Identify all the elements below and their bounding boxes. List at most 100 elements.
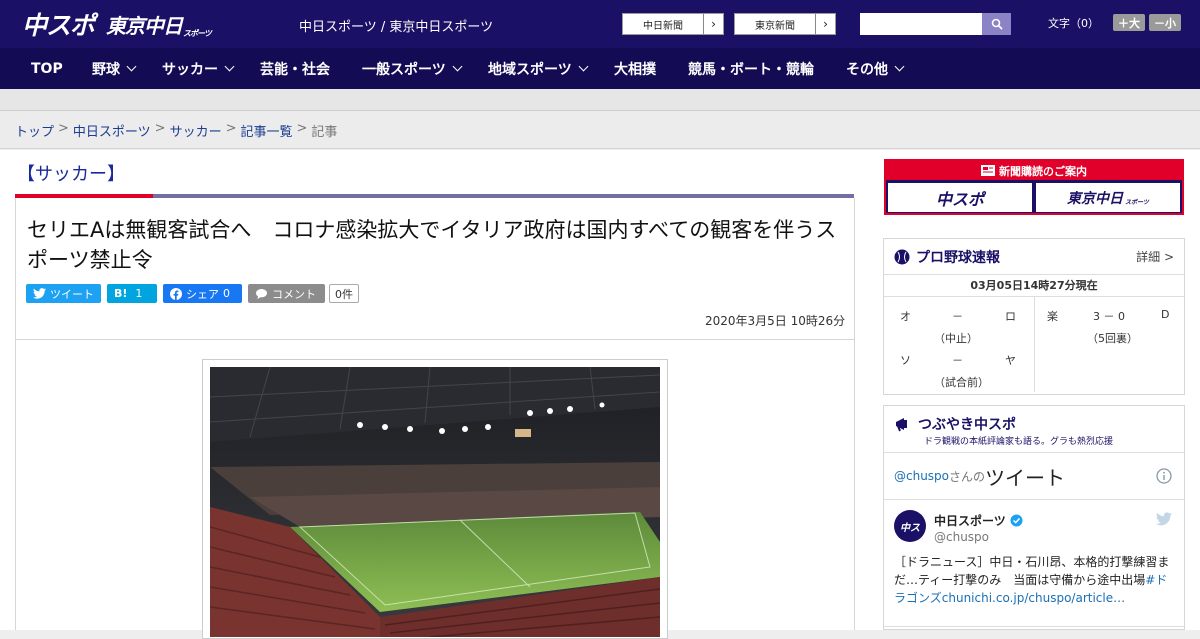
chevron-down-icon (894, 61, 905, 72)
nav-item-top[interactable]: TOP (31, 48, 63, 89)
team-away: D (1161, 308, 1170, 321)
nav-item-racing[interactable]: 競馬・ボート・競輪 (688, 48, 814, 89)
baseball-scores-title: プロ野球速報 (916, 249, 1000, 266)
breadcrumb-soccer[interactable]: サッカー (170, 121, 222, 140)
breadcrumb-sep: > (58, 121, 69, 136)
subscription-banner[interactable]: 新聞購読のご案内 中スポ 東京中日 スポーツ (884, 159, 1184, 215)
article-date: 2020年3月5日 10時26分 (705, 314, 846, 328)
breadcrumb-current: 記事 (311, 125, 338, 140)
team-home: オ (900, 310, 911, 323)
facebook-share-button[interactable]: シェア 0 (163, 284, 242, 303)
logo-chuspo[interactable]: 中スポ (22, 6, 95, 42)
comment-button[interactable]: コメント (248, 284, 325, 303)
breadcrumb-sep: > (154, 121, 166, 136)
tokyo-shimbun-link[interactable]: 東京新聞 › (734, 13, 836, 35)
chevron-down-icon (224, 61, 235, 72)
search-box (860, 13, 1011, 35)
hatena-count: 1 (135, 287, 143, 300)
hatena-icon: B! (114, 287, 128, 300)
nav-item-other[interactable]: その他 (846, 48, 905, 89)
nav-item-baseball[interactable]: 野球 (92, 48, 137, 89)
info-icon[interactable] (1156, 468, 1172, 484)
main-nav: TOP 野球 サッカー 芸能・社会 一般スポーツ 地域スポーツ 大相撲 競馬・ボ… (0, 48, 1200, 89)
nav-item-soccer[interactable]: サッカー (162, 48, 235, 89)
search-icon (991, 18, 1003, 30)
chevron-down-icon (126, 61, 137, 72)
tweet-body: ［ドラニュース］中日・石川昂、本格的打撃練習ま だ…ティー打撃のみ 当面は守備か… (894, 555, 1170, 587)
breadcrumb-sep: > (225, 121, 237, 136)
chunichi-shimbun-link[interactable]: 中日新聞 › (622, 13, 724, 35)
chevron-down-icon (578, 61, 589, 72)
games-left: オ － ロ （中止） ソ － ヤ （試合前） (884, 297, 1034, 392)
logo-tokyo-chunichi[interactable]: 東京中日 スポーツ (106, 10, 212, 39)
breadcrumb-top[interactable]: トップ (15, 121, 54, 140)
font-smaller-button[interactable]: －小 (1149, 14, 1181, 31)
baseball-icon (894, 249, 910, 264)
stadium-image (210, 367, 660, 637)
subscribe-tokyo-chunichi-button[interactable]: 東京中日 スポーツ (1036, 183, 1180, 212)
article-divider (15, 339, 855, 340)
team-home: ソ (900, 354, 911, 367)
team-away: ヤ (1005, 354, 1016, 367)
chunichi-shimbun-label: 中日新聞 (643, 20, 683, 32)
nav-item-sumo[interactable]: 大相撲 (614, 48, 656, 89)
tsubuyaki-header: つぶやき中スポ (894, 414, 1016, 434)
timeline-suffix: さんの (949, 469, 986, 484)
article-category[interactable]: 【サッカー】 (17, 160, 125, 186)
article-photo[interactable] (210, 367, 660, 637)
facebook-icon (170, 287, 182, 300)
account-handle[interactable]: @chuspo (934, 530, 989, 544)
tweet-text: ［ドラニュース］中日・石川昂、本格的打撃練習ま だ…ティー打撃のみ 当面は守備か… (894, 553, 1176, 607)
verified-badge-icon (1010, 514, 1023, 527)
breadcrumb-sep: > (296, 121, 308, 136)
tweet-label: ツイート (50, 287, 94, 301)
breadcrumb-chunichi-sports[interactable]: 中日スポーツ (73, 121, 151, 140)
speech-bubble-icon (256, 288, 267, 299)
game-score: 3 － 0 (1093, 310, 1125, 323)
account-avatar[interactable]: 中ス (894, 510, 926, 542)
site-logo[interactable]: 中スポ 東京中日 スポーツ (22, 6, 212, 42)
chevron-right-icon: › (703, 14, 723, 34)
timeline-handle[interactable]: @chuspo (894, 469, 949, 483)
twitter-icon (33, 288, 46, 299)
font-size-label: 文字（0） (1048, 16, 1099, 30)
breadcrumb-article-list[interactable]: 記事一覧 (241, 121, 293, 140)
article-headline: セリエAは無観客試合へ コロナ感染拡大でイタリア政府は国内すべての観客を伴うスポ… (27, 218, 837, 272)
comment-label: コメント (272, 287, 316, 301)
game-status: （試合前） (934, 376, 989, 389)
tweet-button[interactable]: ツイート (26, 284, 101, 303)
breadcrumb: トップ > 中日スポーツ > サッカー > 記事一覧 > 記事 (15, 121, 337, 140)
tsubuyaki-subtitle: ドラ観戦の本紙評論家も語る。グラも熱烈応援 (924, 437, 1114, 447)
megaphone-icon (896, 418, 907, 432)
hatena-bookmark-button[interactable]: B! 1 (107, 284, 157, 303)
tokyo-shimbun-label: 東京新聞 (755, 20, 795, 32)
twitter-bird-icon[interactable] (1156, 512, 1172, 526)
font-larger-button[interactable]: ＋大 (1113, 14, 1145, 31)
timeline-title: ツイート (985, 465, 1066, 490)
game-status: （中止） (934, 332, 978, 345)
site-title: 中日スポーツ / 東京中日スポーツ (299, 20, 494, 35)
games-right: 楽 3 － 0 D （5回裏） (1034, 297, 1184, 392)
nav-item-entertainment[interactable]: 芸能・社会 (260, 48, 330, 89)
newspaper-icon (981, 165, 995, 176)
chevron-right-icon: › (815, 14, 835, 34)
account-name[interactable]: 中日スポーツ (934, 512, 1006, 529)
baseball-scores-panel: プロ野球速報 詳細 > 03月05日14時27分現在 オ － ロ （中止） ソ … (883, 238, 1185, 395)
share-buttons: ツイート B! 1 シェア 0 コメント 0件 (26, 284, 359, 303)
font-size-control: 文字（0） ＋大 －小 (1048, 14, 1181, 31)
tsubuyaki-panel: つぶやき中スポ ドラ観戦の本紙評論家も語る。グラも熱烈応援 @chuspo さん… (883, 405, 1185, 630)
account-name-row: 中日スポーツ (934, 512, 1023, 529)
search-button[interactable] (982, 13, 1011, 35)
subscribe-chuspo-button[interactable]: 中スポ (888, 183, 1032, 212)
subscription-title: 新聞購読のご案内 (886, 161, 1182, 180)
game-score: － (952, 354, 963, 367)
comment-count[interactable]: 0件 (329, 284, 359, 303)
tweet-timeline-header: @chuspo さんの ツイート (884, 452, 1184, 500)
baseball-scores-header: プロ野球速報 詳細 > (884, 239, 1184, 275)
ad-strip (0, 89, 1200, 111)
baseball-details-link[interactable]: 詳細 > (1136, 248, 1174, 265)
facebook-count: 0 (223, 287, 230, 300)
nav-item-local-sports[interactable]: 地域スポーツ (488, 48, 589, 89)
nav-item-general-sports[interactable]: 一般スポーツ (362, 48, 463, 89)
search-input[interactable] (860, 13, 982, 35)
